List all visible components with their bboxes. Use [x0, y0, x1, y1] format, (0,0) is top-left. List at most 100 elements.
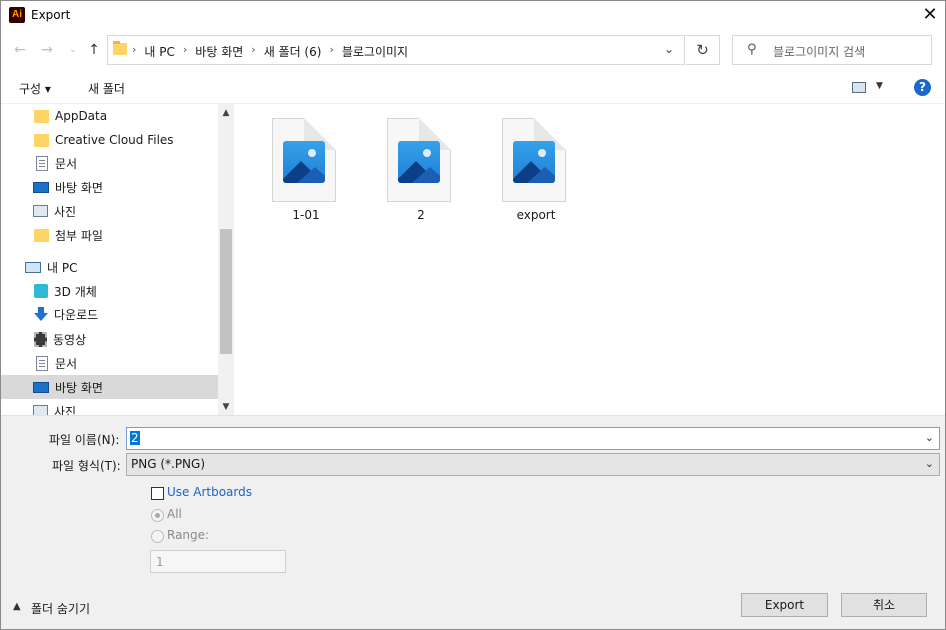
- document-icon: [36, 355, 48, 371]
- nav-item-label: 3D 개체: [54, 284, 97, 299]
- file-item[interactable]: 2: [351, 104, 451, 224]
- address-bar[interactable]: › 내 PC › 바탕 화면 › 새 폴더 (6) › 블로그이미지 ⌄: [107, 35, 685, 65]
- range-input[interactable]: 1: [150, 550, 286, 573]
- nav-item-label: 내 PC: [47, 260, 78, 275]
- folder-icon: [34, 133, 49, 147]
- file-name: export: [516, 208, 556, 222]
- folder-icon: [34, 109, 49, 123]
- filename-input[interactable]: 2: [130, 431, 140, 445]
- breadcrumb-item[interactable]: 블로그이미지: [342, 43, 408, 60]
- filetype-value: PNG (*.PNG): [131, 457, 206, 471]
- breadcrumb-item[interactable]: 새 폴더 (6): [264, 43, 322, 60]
- scroll-up-chevron-icon[interactable]: ▲: [218, 104, 234, 120]
- desktop-icon: [33, 181, 49, 193]
- image-file-icon: [387, 118, 451, 202]
- folder-icon: [113, 41, 127, 55]
- image-thumbnail-icon: [398, 141, 440, 183]
- chevron-up-icon[interactable]: ▲: [13, 601, 21, 612]
- nav-item-pictures-pc[interactable]: 사진: [0, 399, 218, 415]
- recent-locations-chevron-icon[interactable]: ⌄: [64, 40, 82, 60]
- nav-item-desktop[interactable]: 바탕 화면: [0, 175, 218, 199]
- filetype-select[interactable]: PNG (*.PNG) ⌄: [126, 453, 940, 476]
- nav-item-creative-cloud-files[interactable]: Creative Cloud Files: [0, 128, 218, 152]
- nav-item-label: 문서: [55, 156, 78, 171]
- breadcrumb-item[interactable]: 내 PC: [144, 43, 174, 60]
- search-icon: ⚲: [747, 42, 757, 57]
- search-input[interactable]: 블로그이미지 검색: [773, 43, 865, 60]
- nav-item-label: Creative Cloud Files: [55, 133, 174, 147]
- pictures-icon: [33, 405, 48, 415]
- nav-item-attachments[interactable]: 첨부 파일: [0, 223, 218, 247]
- folder-icon: [34, 228, 49, 242]
- chevron-right-icon: ›: [251, 43, 256, 56]
- use-artboards-label[interactable]: Use Artboards: [167, 485, 252, 499]
- command-bar: 구성 ▾ 새 폴더 ▼: [0, 72, 946, 104]
- filename-combobox[interactable]: 2 ⌄: [126, 427, 940, 450]
- document-icon: [36, 155, 48, 171]
- file-item[interactable]: export: [466, 104, 566, 224]
- nav-item-label: 바탕 화면: [55, 380, 103, 395]
- breadcrumb-item[interactable]: 바탕 화면: [195, 43, 243, 60]
- nav-item-label: 첨부 파일: [55, 228, 103, 243]
- chevron-right-icon: ›: [132, 43, 137, 56]
- close-icon[interactable]: ✕: [918, 3, 942, 27]
- image-thumbnail-icon: [513, 141, 555, 183]
- pictures-icon: [33, 205, 48, 217]
- view-dropdown-chevron-icon[interactable]: ▼: [876, 81, 883, 91]
- chevron-down-icon[interactable]: ⌄: [925, 457, 934, 470]
- up-arrow-icon[interactable]: ↑: [85, 40, 103, 60]
- image-file-icon: [272, 118, 336, 202]
- chevron-down-icon[interactable]: ⌄: [925, 431, 934, 444]
- use-artboards-checkbox[interactable]: [151, 487, 164, 500]
- new-folder-button[interactable]: 새 폴더: [88, 80, 125, 97]
- range-label: Range:: [167, 528, 210, 542]
- chevron-right-icon: ›: [182, 43, 188, 56]
- nav-scrollbar[interactable]: ▲ ▼: [218, 104, 234, 415]
- nav-item-appdata[interactable]: AppData: [0, 104, 218, 128]
- nav-item-desktop-pc[interactable]: 바탕 화면: [0, 375, 218, 399]
- nav-item-downloads[interactable]: 다운로드: [0, 302, 218, 326]
- address-dropdown-chevron-icon[interactable]: ⌄: [664, 42, 674, 56]
- refresh-icon[interactable]: ↻: [686, 35, 720, 65]
- hide-folders-button[interactable]: 폴더 숨기기: [31, 600, 90, 617]
- all-label: All: [167, 507, 182, 521]
- cancel-button[interactable]: 취소: [841, 593, 927, 617]
- export-button[interactable]: Export: [741, 593, 828, 617]
- all-radio[interactable]: [151, 509, 164, 522]
- window-title: Export: [31, 8, 71, 22]
- chevron-right-icon: ›: [329, 43, 334, 56]
- search-box[interactable]: ⚲ 블로그이미지 검색: [732, 35, 932, 65]
- nav-item-documents[interactable]: 문서: [0, 151, 218, 175]
- scrollbar-thumb[interactable]: [220, 229, 232, 354]
- breadcrumb: › 내 PC › 바탕 화면 › 새 폴더 (6) › 블로그이미지: [132, 43, 408, 60]
- video-icon: [34, 331, 47, 347]
- export-options-panel: 파일 이름(N): 2 ⌄ 파일 형식(T): PNG (*.PNG) ⌄ Us…: [0, 415, 946, 630]
- range-value: 1: [156, 555, 164, 569]
- back-arrow-icon[interactable]: ←: [11, 40, 29, 60]
- nav-item-videos[interactable]: 동영상: [0, 327, 218, 351]
- scroll-down-chevron-icon[interactable]: ▼: [218, 399, 234, 415]
- image-file-icon: [502, 118, 566, 202]
- nav-item-label: 다운로드: [54, 307, 99, 322]
- file-item[interactable]: 1-01: [236, 104, 336, 224]
- help-icon[interactable]: ?: [914, 79, 931, 96]
- nav-item-documents-pc[interactable]: 문서: [0, 351, 218, 375]
- forward-arrow-icon[interactable]: →: [38, 40, 56, 60]
- nav-item-pictures[interactable]: 사진: [0, 199, 218, 223]
- nav-item-label: 바탕 화면: [55, 180, 103, 195]
- view-options-icon[interactable]: [852, 82, 866, 93]
- image-thumbnail-icon: [283, 141, 325, 183]
- title-bar: Ai Export ✕: [0, 0, 946, 31]
- filetype-label: 파일 형식(T):: [52, 459, 121, 473]
- range-radio[interactable]: [151, 530, 164, 543]
- download-icon: [34, 307, 48, 321]
- nav-item-this-pc[interactable]: 내 PC: [0, 255, 218, 279]
- nav-item-label: 사진: [54, 204, 77, 219]
- nav-item-label: 문서: [55, 356, 78, 371]
- pc-icon: [25, 261, 41, 273]
- organize-menu-button[interactable]: 구성 ▾: [19, 80, 51, 97]
- file-list: 1-01 2 export: [236, 104, 946, 415]
- nav-item-label: AppData: [55, 109, 108, 123]
- illustrator-app-icon: Ai: [9, 7, 25, 23]
- nav-item-3d-objects[interactable]: 3D 개체: [0, 279, 218, 303]
